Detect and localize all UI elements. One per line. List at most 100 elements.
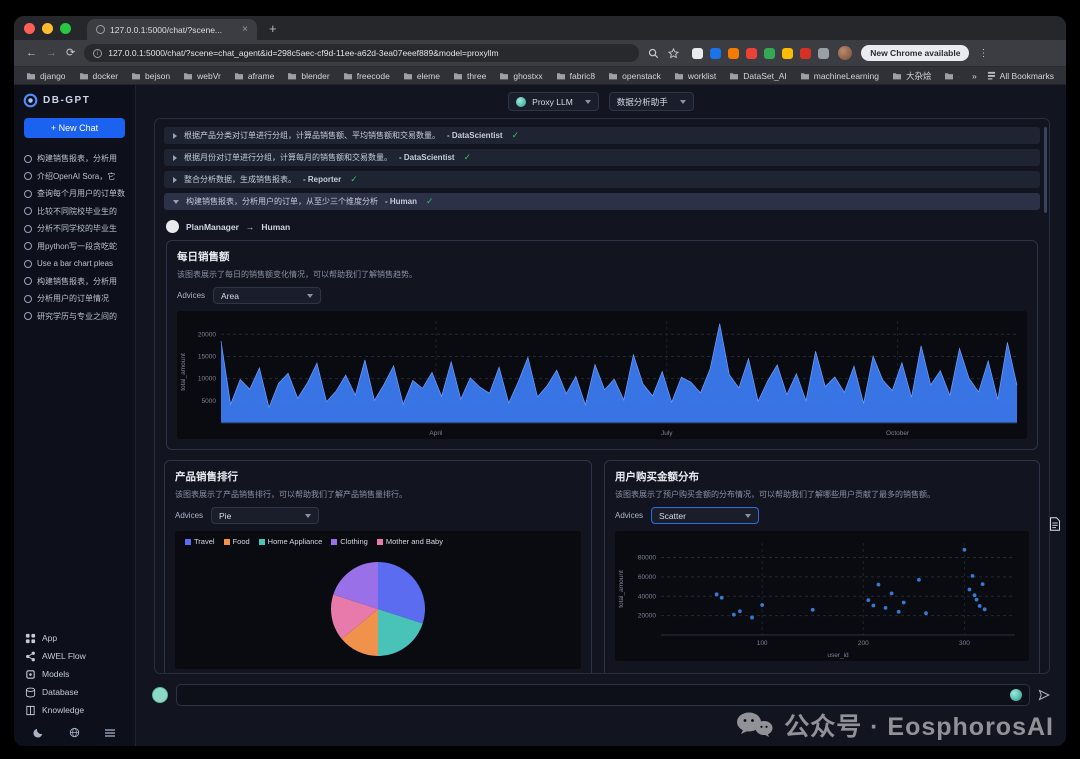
chrome-update-button[interactable]: New Chrome available bbox=[861, 45, 969, 61]
scrollbar-thumb[interactable] bbox=[1044, 127, 1047, 213]
address-bar[interactable]: i 127.0.0.1:5000/chat/?scene=chat_agent&… bbox=[84, 44, 639, 62]
sidebar-item-app[interactable]: App bbox=[21, 629, 128, 647]
bookmark-item[interactable]: three bbox=[453, 70, 486, 82]
search-icon[interactable] bbox=[648, 48, 659, 59]
folder-icon bbox=[556, 72, 566, 80]
sidebar-history-item[interactable]: 分析用户的订单情况 bbox=[21, 290, 128, 308]
tab-close-icon[interactable]: × bbox=[242, 24, 248, 35]
history-label: Use a bar chart pleas bbox=[37, 259, 113, 268]
bookmark-item[interactable]: 大杂烩 bbox=[892, 70, 932, 82]
sidebar-history-item[interactable]: 介绍OpenAI Sora，它 bbox=[21, 168, 128, 186]
task-row[interactable]: 根据月份对订单进行分组，计算每月的销售额和交易数量。- DataScientis… bbox=[164, 149, 1040, 166]
chat-bubble-icon bbox=[24, 225, 32, 233]
bookmark-item[interactable]: django bbox=[26, 70, 66, 82]
bookmark-label: DataSet_AI bbox=[743, 71, 786, 81]
extension-icon[interactable] bbox=[800, 48, 811, 59]
bookmark-item[interactable]: ethereum bbox=[944, 70, 958, 82]
history-label: 用python写一段贪吃蛇 bbox=[37, 241, 117, 252]
sidebar-item-label: App bbox=[42, 633, 57, 643]
close-window-button[interactable] bbox=[24, 23, 35, 34]
sidebar-history-item[interactable]: 用python写一段贪吃蛇 bbox=[21, 238, 128, 256]
task-done-check-icon: ✓ bbox=[464, 152, 472, 163]
chat-input[interactable] bbox=[184, 690, 1004, 700]
sidebar-item-models[interactable]: Models bbox=[21, 665, 128, 683]
sidebar-item-awel-flow[interactable]: AWEL Flow bbox=[21, 647, 128, 665]
zoom-window-button[interactable] bbox=[60, 23, 71, 34]
export-report-button[interactable] bbox=[1047, 515, 1063, 533]
task-row[interactable]: 构建销售报表，分析用户的订单，从至少三个维度分析- Human✓ bbox=[164, 193, 1040, 210]
folder-icon bbox=[729, 72, 739, 80]
tab-favicon-icon bbox=[96, 25, 105, 34]
advices-label: Advices bbox=[615, 511, 643, 520]
bookmarks-overflow-icon[interactable]: » bbox=[972, 71, 977, 81]
bookmark-item[interactable]: blender bbox=[287, 70, 329, 82]
bookmark-item[interactable]: machineLearning bbox=[800, 70, 879, 82]
collapse-menu-icon[interactable] bbox=[104, 728, 116, 738]
chat-scroll-container[interactable]: 根据产品分类对订单进行分组，计算品销售额、平均销售额和交易数量。- DataSc… bbox=[154, 118, 1050, 674]
sidebar-item-database[interactable]: Database bbox=[21, 683, 128, 701]
task-row[interactable]: 根据产品分类对订单进行分组，计算品销售额、平均销售额和交易数量。- DataSc… bbox=[164, 127, 1040, 144]
bookmark-star-icon[interactable] bbox=[668, 48, 679, 59]
assistant-select-value: 数据分析助手 bbox=[617, 96, 668, 108]
bookmark-item[interactable]: bejson bbox=[131, 70, 170, 82]
language-globe-icon[interactable] bbox=[69, 727, 80, 738]
send-button[interactable] bbox=[1038, 689, 1050, 701]
folder-icon bbox=[892, 72, 902, 80]
dark-mode-moon-icon[interactable] bbox=[33, 727, 44, 738]
daily-sales-title: 每日销售额 bbox=[177, 249, 1027, 264]
daily-advice-select[interactable]: Area bbox=[213, 287, 321, 304]
bookmark-item[interactable]: webVr bbox=[183, 70, 221, 82]
folder-icon bbox=[800, 72, 810, 80]
history-label: 构建销售报表，分析用 bbox=[37, 276, 117, 287]
reload-icon[interactable]: ⟳ bbox=[66, 48, 75, 59]
bookmark-item[interactable]: worklist bbox=[674, 70, 716, 82]
sidebar-history-item[interactable]: 构建销售报表，分析用 bbox=[21, 150, 128, 168]
new-chat-button[interactable]: + New Chat bbox=[24, 118, 125, 138]
daily-sales-description: 该图表展示了每日的销售额变化情况，可以帮助我们了解销售趋势。 bbox=[177, 269, 1027, 280]
new-tab-button[interactable]: + bbox=[269, 21, 277, 36]
sidebar-history-item[interactable]: 研究学历与专业之间的 bbox=[21, 308, 128, 326]
bookmarks-bar: django docker bejson webVr aframe blender free… bbox=[14, 67, 1066, 85]
bookmark-item[interactable]: eleme bbox=[403, 70, 440, 82]
back-icon[interactable]: ← bbox=[26, 48, 37, 59]
bookmark-item[interactable]: docker bbox=[79, 70, 119, 82]
sidebar-item-label: Knowledge bbox=[42, 705, 84, 715]
extension-icon[interactable] bbox=[782, 48, 793, 59]
bookmark-item[interactable]: aframe bbox=[234, 70, 274, 82]
extension-icon[interactable] bbox=[710, 48, 721, 59]
history-label: 介绍OpenAI Sora，它 bbox=[37, 171, 115, 182]
extension-icon[interactable] bbox=[764, 48, 775, 59]
chat-input-container[interactable] bbox=[176, 684, 1030, 706]
bookmark-item[interactable]: openstack bbox=[608, 70, 661, 82]
model-select[interactable]: Proxy LLM bbox=[508, 92, 599, 111]
legend-label: Food bbox=[233, 537, 250, 546]
bookmark-item[interactable]: freecode bbox=[343, 70, 390, 82]
extension-icon[interactable] bbox=[728, 48, 739, 59]
sidebar-history-item[interactable]: 构建销售报表，分析用 bbox=[21, 273, 128, 291]
extension-icon[interactable] bbox=[746, 48, 757, 59]
sidebar-history-item[interactable]: 比较不同院校毕业生的 bbox=[21, 203, 128, 221]
scatter-advice-select[interactable]: Scatter bbox=[651, 507, 759, 524]
sidebar-history-item[interactable]: Use a bar chart pleas bbox=[21, 255, 128, 273]
sidebar-item-knowledge[interactable]: Knowledge bbox=[21, 701, 128, 719]
task-row[interactable]: 整合分析数据，生成销售报表。- Reporter✓ bbox=[164, 171, 1040, 188]
model-mini-icon bbox=[1010, 689, 1022, 701]
bookmark-item[interactable]: ghostxx bbox=[499, 70, 542, 82]
extension-icon[interactable] bbox=[692, 48, 703, 59]
forward-icon[interactable]: → bbox=[46, 48, 57, 59]
extension-icon[interactable] bbox=[818, 48, 829, 59]
browser-tab[interactable]: 127.0.0.1:5000/chat/?scene... × bbox=[87, 19, 257, 40]
sidebar-history-item[interactable]: 查询每个月用户的订单数 bbox=[21, 185, 128, 203]
pie-advices-row: Advices Pie bbox=[175, 507, 581, 524]
pie-advice-select[interactable]: Pie bbox=[211, 507, 319, 524]
bookmark-item[interactable]: DataSet_AI bbox=[729, 70, 786, 82]
assistant-select[interactable]: 数据分析助手 bbox=[609, 92, 694, 111]
browser-menu-icon[interactable]: ⋮ bbox=[978, 48, 988, 59]
bookmark-label: machineLearning bbox=[814, 71, 879, 81]
sidebar-history-item[interactable]: 分析不同学校的毕业生 bbox=[21, 220, 128, 238]
site-info-icon[interactable]: i bbox=[93, 49, 102, 58]
bookmark-item[interactable]: fabric8 bbox=[556, 70, 596, 82]
profile-avatar[interactable] bbox=[838, 46, 852, 60]
minimize-window-button[interactable] bbox=[42, 23, 53, 34]
all-bookmarks-button[interactable]: All Bookmarks bbox=[987, 71, 1054, 81]
